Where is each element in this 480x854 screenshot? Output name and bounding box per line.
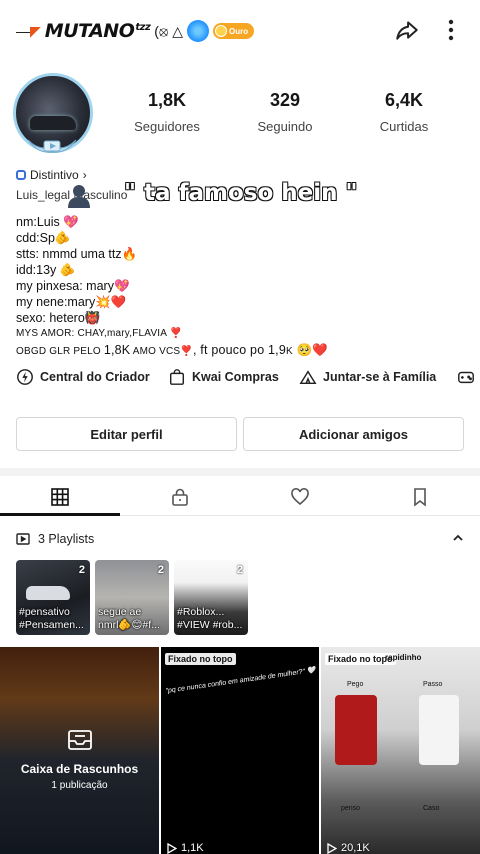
video-caption: rapidinho [385,653,422,662]
playlist-caption: #Roblox... #VIEW #rob... [177,606,243,631]
bio-line: cdd:Sp🫵 [16,231,71,245]
following-label: Seguindo [257,119,313,134]
more-options-icon[interactable] [440,17,462,43]
video-caption: Passo [423,681,443,688]
triangle-icon: △ [172,22,183,39]
section-divider [0,468,480,476]
bio-line: nm:Luis 💖 [16,215,79,229]
drafts-subtitle: 1 publicação [51,780,108,791]
playlist-count: 2 [157,564,164,576]
video-caption: penso [341,805,361,812]
join-family-label: Juntar-se à Família [323,370,437,384]
playlists-title: 3 Playlists [38,532,95,546]
tab-liked[interactable] [240,478,360,516]
bio-line: idd:13y 🫵 [16,263,76,277]
bio-line: OBGD GLR PELO 1,8K AMO VCS❣️, ft pouco p… [16,343,329,357]
add-friends-button[interactable]: Adicionar amigos [243,417,464,451]
bio-line: my pinxesa: mary💖 [16,279,130,293]
emblem-icon: (⦻ [154,22,169,39]
following-count: 329 [269,90,301,110]
creator-center-label: Central do Criador [40,370,150,384]
stat-following[interactable]: 329 Seguindo [230,90,340,134]
join-family-link[interactable]: Juntar-se à Família [299,368,436,386]
family-tent-icon [299,370,317,385]
playlist-card[interactable]: 2 segue ae nmrl🫵😊#f... [95,560,169,635]
bio: nm:Luis 💖 cdd:Sp🫵 stts: nmmd uma ttz🔥 id… [16,214,466,360]
distintivo-link[interactable]: Distintivo › [16,168,87,182]
playlist-caption: #pensativo #Pensamen... [19,606,84,631]
creator-center-link[interactable]: Central do Criador [16,368,150,386]
badge-hex-icon [16,170,26,180]
video-frame-figure [335,695,377,765]
games-link[interactable] [457,368,475,386]
stat-followers[interactable]: 1,8K Seguidores [112,90,222,134]
bio-line: stts: nmmd uma ttz🔥 [16,247,138,261]
bio-line: MYS AMOR: CHAY,mary,FLAVIA ❣️ [16,328,183,339]
bookmark-icon [414,488,426,507]
profile-header: —◤ MUTANOtzz (⦻ △ Ouro [0,0,480,60]
avatar-car-image [30,116,76,130]
edit-profile-button[interactable]: Editar perfil [16,417,237,451]
level-badge[interactable]: Ouro [213,23,255,39]
playlist-count: 2 [78,564,85,576]
gamepad-icon [458,371,474,384]
chevron-right-icon: › [82,168,87,182]
creator-actions: Central do Criador Kwai Compras Juntar-s… [0,368,480,392]
share-icon[interactable] [394,17,420,43]
distintivo-label: Distintivo [30,168,79,182]
view-count: 1,1K [167,842,204,854]
playlist-card[interactable]: 2 #Roblox... #VIEW #rob... [174,560,248,635]
followers-label: Seguidores [134,119,200,134]
kwai-shop-label: Kwai Compras [192,370,279,384]
likes-label: Curtidas [379,119,429,134]
person-icon [68,185,90,208]
tab-saved[interactable] [360,478,480,516]
video-caption-overlay: " ta famoso hein " [123,179,358,206]
level-orb-icon [187,20,209,42]
drafts-cell[interactable]: Caixa de Rascunhos 1 publicação [0,647,159,854]
playlist-icon [16,533,30,545]
username-area: —◤ MUTANOtzz (⦻ △ Ouro [16,16,255,46]
video-caption: Pego [347,681,364,688]
inbox-icon [67,730,92,750]
view-count: 20,1K [327,842,370,854]
lock-icon [172,488,188,506]
active-tab-indicator [0,513,120,516]
likes-count: 6,4K [384,90,424,110]
avatar-frame-wings-icon [27,139,77,153]
heart-icon [291,488,309,506]
username: MUTANOtzz [44,20,151,42]
kwai-shop-link[interactable]: Kwai Compras [168,368,279,386]
playlist-count: 2 [236,564,243,576]
content-tabs [0,478,480,516]
stat-likes[interactable]: 6,4K Curtidas [349,90,459,134]
play-icon [327,842,337,854]
lightning-icon [17,369,33,385]
drafts-title: Caixa de Rascunhos [20,762,139,776]
grid-icon [51,488,69,506]
video-cell[interactable]: Fixado no topo rapidinho Pego Passo pens… [321,647,480,854]
shopping-bag-icon [169,369,185,385]
playlist-card[interactable]: 2 #pensativo #Pensamen... [16,560,90,635]
video-caption: "pq ce nunca confio em amizade de mulher… [165,666,317,695]
pinned-badge: Fixado no topo [165,653,236,665]
video-frame-figure [419,695,459,765]
tab-posts[interactable] [0,478,120,516]
bio-line: sexo: hetero👹 [16,311,101,325]
video-caption: Caso [423,805,440,812]
play-icon [167,842,177,854]
playlists-header[interactable]: 3 Playlists [16,530,466,548]
tab-private[interactable] [120,478,240,516]
playlist-caption: segue ae nmrl🫵😊#f... [98,606,160,631]
drafts-box: Caixa de Rascunhos 1 publicação [0,729,159,791]
chevron-up-icon[interactable] [450,530,466,546]
bio-line: my nene:mary💥❤️ [16,295,127,309]
video-cell[interactable]: Fixado no topo "pq ce nunca confio em am… [161,647,319,854]
followers-count: 1,8K [147,90,187,110]
arrow-deco-icon: —◤ [16,22,41,39]
